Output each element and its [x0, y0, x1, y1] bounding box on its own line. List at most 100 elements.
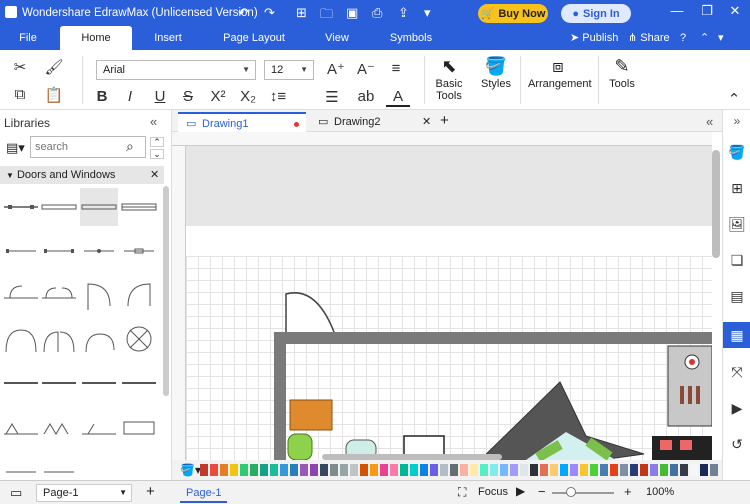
- color-swatch[interactable]: [370, 464, 378, 476]
- color-swatch[interactable]: [310, 464, 318, 476]
- door-symbol[interactable]: [120, 276, 158, 314]
- color-swatch[interactable]: [280, 464, 288, 476]
- align-icon[interactable]: ≡: [384, 60, 408, 77]
- color-swatch[interactable]: [360, 464, 368, 476]
- door-symbol[interactable]: [80, 320, 118, 358]
- zoom-in-icon[interactable]: +: [624, 484, 632, 499]
- sliding-door-symbol[interactable]: [40, 364, 78, 402]
- close-icon[interactable]: ✕: [150, 166, 159, 184]
- save-icon[interactable]: ▣: [346, 5, 358, 21]
- window-symbol[interactable]: [2, 232, 40, 270]
- sliding-door-symbol[interactable]: [80, 364, 118, 402]
- layers-icon[interactable]: ❏: [723, 252, 750, 269]
- page-icon[interactable]: ▤: [723, 288, 750, 305]
- font-family-select[interactable]: Arial ▼: [96, 60, 256, 80]
- focus-label[interactable]: Focus: [478, 486, 508, 498]
- color-swatch[interactable]: [290, 464, 298, 476]
- page-layout-icon[interactable]: ▭: [10, 485, 22, 501]
- floor-plan-drawing[interactable]: [186, 146, 712, 460]
- color-swatch[interactable]: [380, 464, 388, 476]
- sliding-door-symbol[interactable]: [2, 364, 40, 402]
- strikethrough-icon[interactable]: S: [176, 88, 200, 105]
- subscript-icon[interactable]: X₂: [236, 88, 260, 105]
- window-symbol[interactable]: [120, 188, 158, 226]
- paste-icon[interactable]: 📋: [42, 86, 66, 104]
- zoom-level[interactable]: 100%: [646, 486, 674, 498]
- text-highlight-icon[interactable]: ab: [354, 88, 378, 105]
- buy-now-button[interactable]: 🛒 Buy Now: [478, 4, 548, 23]
- line-spacing-icon[interactable]: ↕≡: [266, 88, 290, 105]
- color-swatch[interactable]: [480, 464, 488, 476]
- palette-scrollbar[interactable]: [322, 454, 502, 460]
- zoom-slider[interactable]: [552, 492, 614, 494]
- door-symbol[interactable]: [80, 276, 118, 314]
- menu-insert[interactable]: Insert: [148, 26, 188, 50]
- color-swatch[interactable]: [420, 464, 428, 476]
- window-symbol[interactable]: [80, 188, 118, 226]
- folding-door-symbol[interactable]: [80, 408, 118, 446]
- restore-button[interactable]: ❐: [696, 3, 718, 19]
- color-swatch[interactable]: [350, 464, 358, 476]
- drawing-canvas[interactable]: [186, 146, 712, 460]
- scroll-down-icon[interactable]: ⌄: [150, 149, 164, 159]
- color-swatch[interactable]: [390, 464, 398, 476]
- color-swatch[interactable]: [700, 464, 708, 476]
- underline-icon[interactable]: U: [148, 88, 172, 105]
- new-file-icon[interactable]: ⊞: [296, 5, 307, 21]
- color-swatch[interactable]: [340, 464, 348, 476]
- color-swatch[interactable]: [210, 464, 218, 476]
- cut-icon[interactable]: ✂: [8, 58, 32, 76]
- library-icon[interactable]: ▦: [723, 322, 750, 348]
- color-swatch[interactable]: [200, 464, 208, 476]
- library-scrollbar[interactable]: [163, 186, 169, 396]
- color-swatch[interactable]: [450, 464, 458, 476]
- format-painter-icon[interactable]: 🖌: [42, 58, 66, 76]
- options-icon[interactable]: ▾: [718, 26, 724, 50]
- window-symbol[interactable]: [40, 232, 78, 270]
- menu-symbols[interactable]: Symbols: [388, 26, 434, 50]
- door-symbol[interactable]: [2, 320, 40, 358]
- scroll-up-icon[interactable]: ⌃: [150, 137, 164, 147]
- color-swatch[interactable]: [220, 464, 228, 476]
- color-swatch[interactable]: [590, 464, 598, 476]
- color-swatch[interactable]: [580, 464, 588, 476]
- folding-door-symbol[interactable]: [2, 408, 40, 446]
- menu-home[interactable]: Home: [60, 26, 132, 50]
- image-icon[interactable]: 🖼: [723, 216, 750, 233]
- wall-horizontal[interactable]: [274, 332, 712, 344]
- increase-font-icon[interactable]: A⁺: [324, 60, 348, 78]
- door-symbol[interactable]: [40, 276, 78, 314]
- folding-door-symbol[interactable]: [40, 408, 78, 446]
- color-swatch[interactable]: [710, 464, 718, 476]
- color-swatch[interactable]: [610, 464, 618, 476]
- color-swatch[interactable]: [600, 464, 608, 476]
- page-select[interactable]: Page-1 ▼: [36, 484, 132, 502]
- color-swatch[interactable]: [500, 464, 508, 476]
- styles-button[interactable]: 🪣 Styles: [478, 56, 514, 90]
- category-header[interactable]: ▼ Doors and Windows ✕: [0, 166, 164, 184]
- add-tab-icon[interactable]: +: [440, 112, 449, 129]
- presentation-icon[interactable]: ▶: [723, 400, 750, 417]
- copy-icon[interactable]: ⧉: [8, 86, 32, 103]
- color-swatch[interactable]: [520, 464, 528, 476]
- basic-tools-button[interactable]: ⬉ Basic Tools: [430, 56, 468, 102]
- door-symbol[interactable]: [2, 276, 40, 314]
- color-swatch[interactable]: [530, 464, 538, 476]
- color-swatch[interactable]: [240, 464, 248, 476]
- fit-icon[interactable]: ⤧: [723, 364, 750, 381]
- door-shape[interactable]: [285, 292, 335, 333]
- color-swatch[interactable]: [330, 464, 338, 476]
- color-swatch[interactable]: [660, 464, 668, 476]
- color-swatch[interactable]: [260, 464, 268, 476]
- fill-icon[interactable]: 🪣: [723, 144, 750, 161]
- sliding-door-symbol[interactable]: [120, 364, 158, 402]
- tools-button[interactable]: ✎ Tools: [606, 56, 638, 90]
- export-icon[interactable]: ⇪: [398, 5, 409, 21]
- list-icon[interactable]: ☰: [320, 88, 344, 106]
- grid-icon[interactable]: ⊞: [723, 180, 750, 197]
- color-swatch[interactable]: [540, 464, 548, 476]
- color-swatch[interactable]: [430, 464, 438, 476]
- color-swatch[interactable]: [620, 464, 628, 476]
- menu-page-layout[interactable]: Page Layout: [222, 26, 286, 50]
- italic-icon[interactable]: I: [118, 88, 142, 105]
